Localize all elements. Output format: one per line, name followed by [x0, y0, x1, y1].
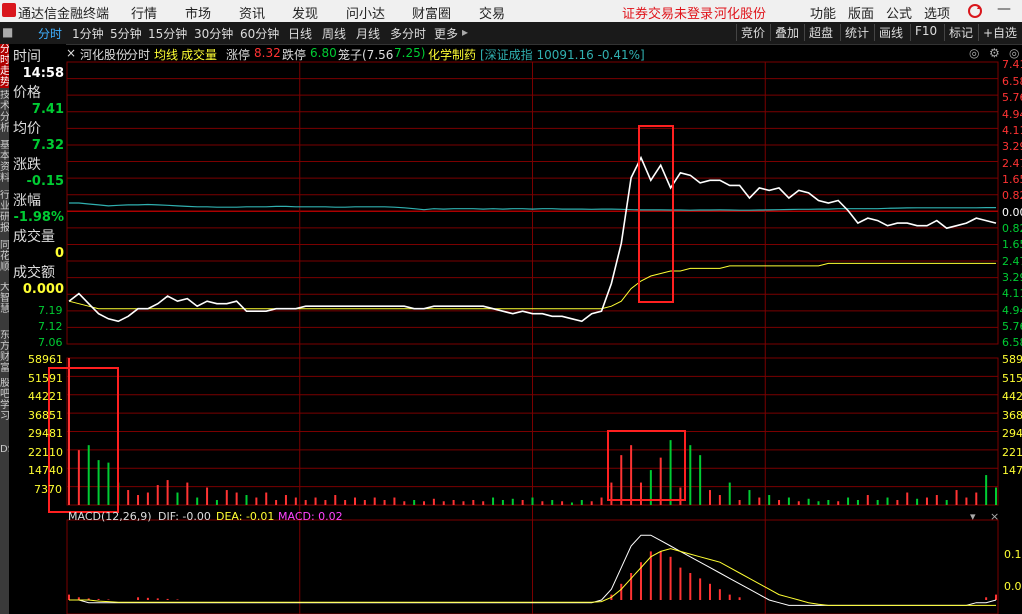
vol-tick-3: 36851	[28, 409, 63, 422]
vol-right-tick-4: 294	[1002, 427, 1022, 440]
macd-right-tick-0: 0.11	[1004, 548, 1022, 561]
vol-tick-6: 14740	[28, 464, 63, 477]
vol-tick-5: 22110	[28, 446, 63, 459]
macd-dropdown-icon[interactable]: ▾	[970, 510, 976, 523]
right-tick-0: 7.41%	[1002, 58, 1022, 71]
right-tick-4: 4.11%	[1002, 124, 1022, 137]
vol-tick-7: 7370	[34, 483, 62, 496]
right-tick-2: 5.76%	[1002, 91, 1022, 104]
right-tick-3: 4.94%	[1002, 108, 1022, 121]
right-tick-5: 3.29%	[1002, 140, 1022, 153]
right-tick-1: 6.58%	[1002, 75, 1022, 88]
chart-grid	[66, 61, 999, 614]
right-tick-7: 1.65%	[1002, 173, 1022, 186]
right-tick-16: 5.76%	[1002, 320, 1022, 333]
right-tick-14: 4.11%	[1002, 287, 1022, 300]
right-tick-11: 1.65%	[1002, 238, 1022, 251]
vol-tick-1: 51591	[28, 372, 63, 385]
vol-right-tick-5: 221	[1002, 446, 1022, 459]
left-tick-2: 7.12	[38, 320, 63, 333]
highlight-boxes	[48, 125, 686, 513]
vol-tick-0: 58961	[28, 353, 63, 366]
left-tick-3: 7.06	[38, 336, 63, 349]
left-tick-1: 7.19	[38, 304, 63, 317]
right-tick-10: 0.82%	[1002, 222, 1022, 235]
right-tick-17: 6.58%	[1002, 336, 1022, 349]
macd-title[interactable]: MACD(12,26,9)	[68, 510, 152, 523]
right-tick-8: 0.82%	[1002, 189, 1022, 202]
vol-right-tick-0: 589	[1002, 353, 1022, 366]
vol-right-tick-2: 442	[1002, 390, 1022, 403]
vol-right-tick-1: 515	[1002, 372, 1022, 385]
macd-value: MACD: 0.02	[278, 510, 343, 523]
right-tick-13: 3.29%	[1002, 271, 1022, 284]
highlight-box-spike-volume	[607, 430, 686, 501]
highlight-box-spike	[638, 125, 674, 303]
right-tick-15: 4.94%	[1002, 304, 1022, 317]
macd-dea: DEA: -0.01	[216, 510, 275, 523]
intraday-chart	[48, 61, 999, 614]
macd-close-icon[interactable]: ×	[990, 510, 999, 523]
vol-right-tick-3: 368	[1002, 409, 1022, 422]
vol-tick-2: 44221	[28, 390, 63, 403]
macd-dif: DIF: -0.00	[158, 510, 211, 523]
macd-right-tick-1: 0.05	[1004, 580, 1022, 593]
vol-right-tick-6: 147	[1002, 464, 1022, 477]
right-tick-9: 0.00%	[1002, 206, 1022, 219]
right-tick-6: 2.47%	[1002, 157, 1022, 170]
vol-tick-4: 29481	[28, 427, 63, 440]
right-tick-12: 2.47%	[1002, 255, 1022, 268]
